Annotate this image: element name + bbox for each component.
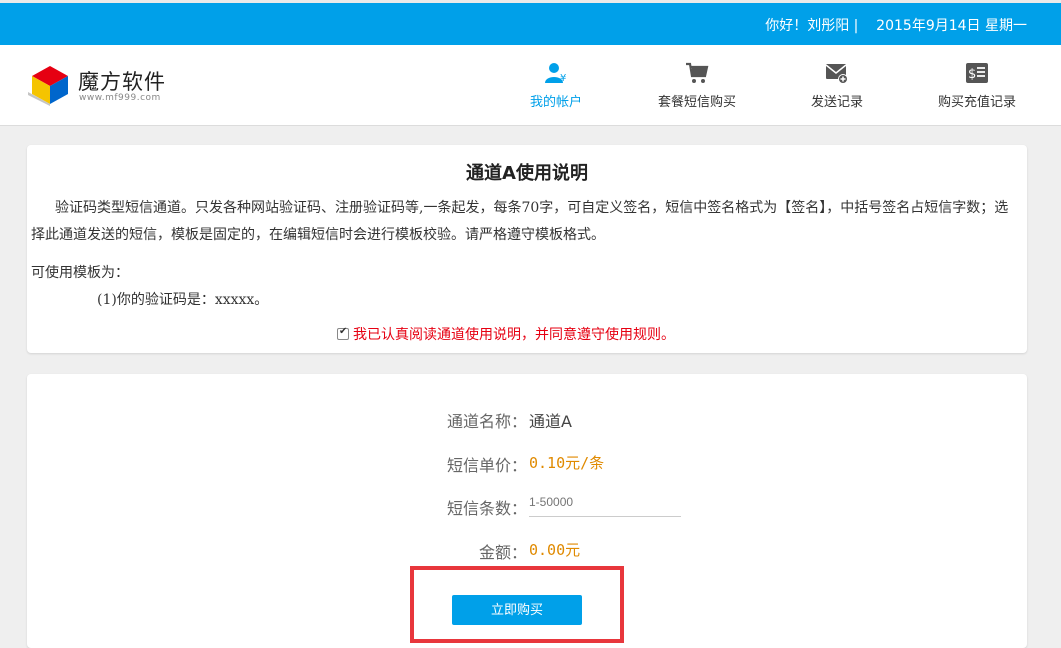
channel-notice-card: 通道A使用说明 验证码类型短信通道。只发各种网站验证码、注册验证码等,一条起发，… xyxy=(27,145,1027,353)
highlight-box xyxy=(410,566,624,643)
nav-recharge-records[interactable]: $ 购买充值记录 xyxy=(917,61,1037,111)
template-item: (1)你的验证码是：xxxxx。 xyxy=(97,292,269,308)
svg-text:¥: ¥ xyxy=(560,73,566,84)
agree-checkbox[interactable] xyxy=(337,326,349,340)
top-bar: 你好！刘彤阳 | 2015年9月14日 星期一 xyxy=(0,0,1061,45)
nav-package-sms-purchase[interactable]: 套餐短信购买 xyxy=(637,61,757,111)
agree-checkbox-label[interactable]: 我已认真阅读通道使用说明，并同意遵守使用规则。 xyxy=(337,324,675,344)
unit-price-label: 短信单价： xyxy=(446,456,527,475)
nav-label: 购买充值记录 xyxy=(937,95,1016,110)
unit-price-value: 0.10元/条 xyxy=(529,454,605,472)
agree-text: 我已认真阅读通道使用说明，并同意遵守使用规则。 xyxy=(353,327,675,343)
mail-add-icon xyxy=(825,64,848,84)
nav-label: 套餐短信购买 xyxy=(657,95,736,110)
amount-label: 金额： xyxy=(478,543,527,562)
logo[interactable]: 魔方软件 www.mf999.com xyxy=(26,60,176,110)
logo-url: www.mf999.com xyxy=(79,93,161,103)
logo-name: 魔方软件 xyxy=(78,70,166,94)
channel-name-label: 通道名称： xyxy=(446,412,527,431)
nav-label: 我的帐户 xyxy=(529,95,582,110)
sms-count-label: 短信条数： xyxy=(446,499,527,518)
cube-logo-icon xyxy=(28,66,68,106)
cart-icon xyxy=(686,62,709,83)
nav-my-account[interactable]: ¥ 我的帐户 xyxy=(496,61,616,111)
user-greeting: 你好！刘彤阳 | 2015年9月14日 星期一 xyxy=(765,18,1027,34)
bill-icon: $ xyxy=(966,63,988,83)
nav-send-records[interactable]: 发送记录 xyxy=(777,61,897,111)
nav-label: 发送记录 xyxy=(810,95,863,110)
header: 魔方软件 www.mf999.com ¥ 我的帐户 套餐短信购买 发送记录 $ … xyxy=(0,45,1061,126)
notice-paragraph: 验证码类型短信通道。只发各种网站验证码、注册验证码等,一条起发，每条70字，可自… xyxy=(31,200,1009,243)
amount-value: 0.00元 xyxy=(529,541,581,559)
svg-text:$: $ xyxy=(968,67,976,82)
notice-title: 通道A使用说明 xyxy=(466,163,588,184)
channel-name-value: 通道A xyxy=(529,412,572,431)
sms-count-input[interactable] xyxy=(529,487,681,517)
user-yen-icon: ¥ xyxy=(545,63,566,84)
template-label: 可使用模板为： xyxy=(31,265,129,281)
